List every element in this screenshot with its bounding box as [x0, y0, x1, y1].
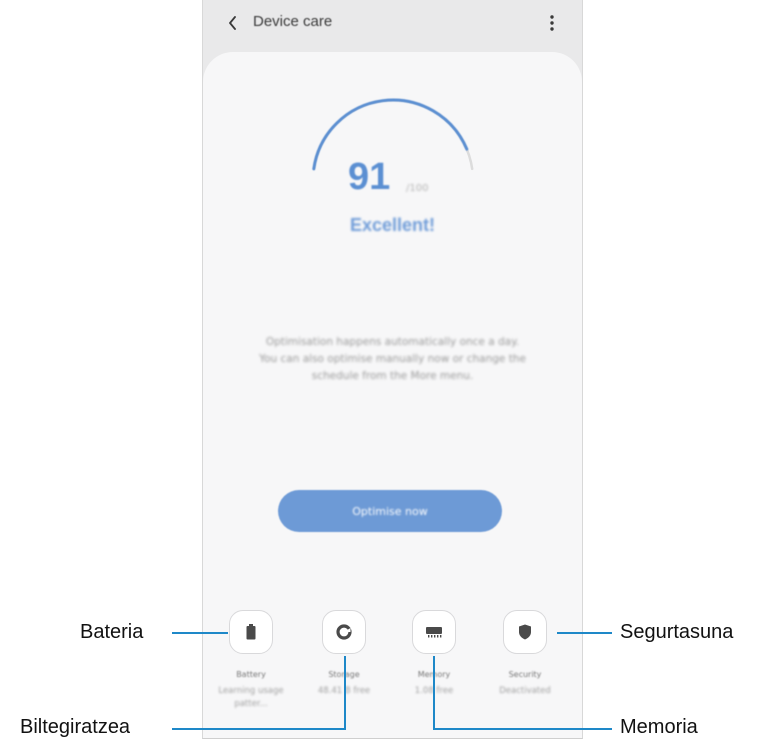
callout-security: Segurtasuna: [620, 621, 734, 643]
figure: Device care 91 /100 Excellent! Optimisat…: [0, 0, 767, 744]
callout-battery: Bateria: [80, 621, 144, 643]
callout-storage: Biltegiratzea: [20, 716, 131, 738]
callout-memory: Memoria: [620, 716, 698, 738]
callout-line-storage: [172, 656, 346, 730]
callout-line-memory: [433, 656, 612, 730]
